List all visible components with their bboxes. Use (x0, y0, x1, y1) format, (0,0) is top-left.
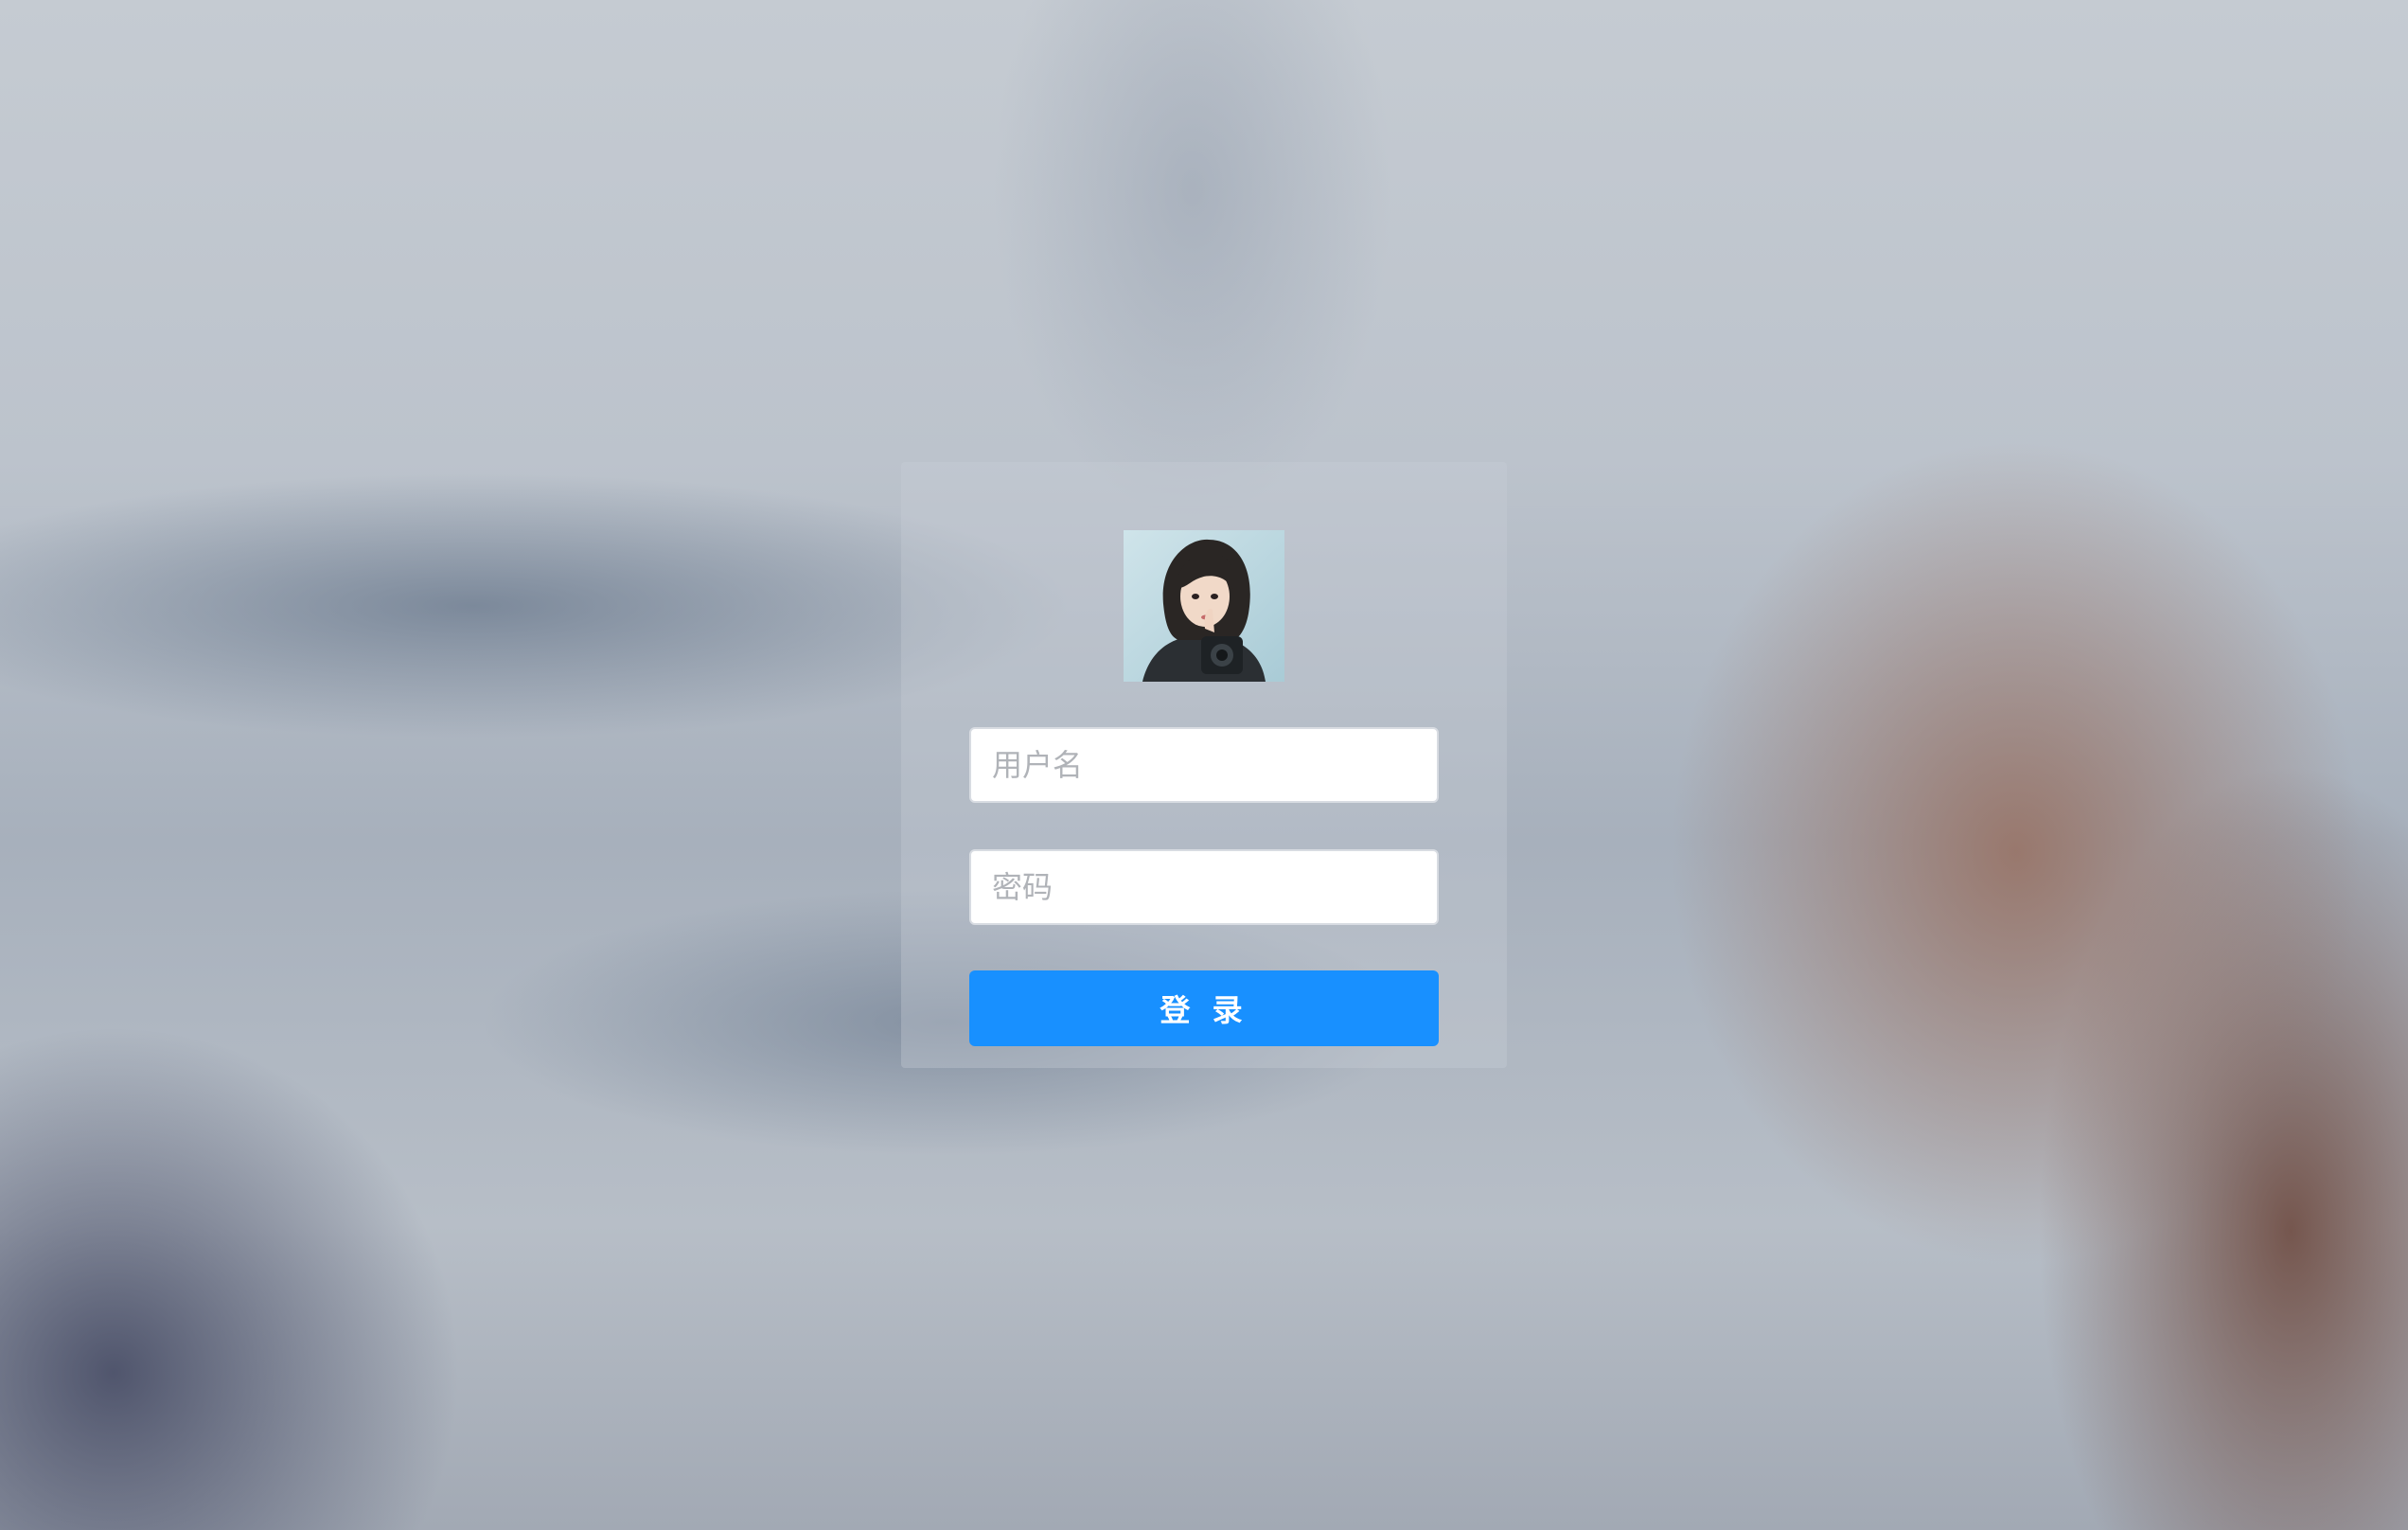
username-input[interactable] (969, 727, 1439, 803)
login-button[interactable]: 登 录 (969, 970, 1439, 1046)
password-input[interactable] (969, 849, 1439, 925)
login-card: 登 录 (901, 462, 1507, 1068)
avatar-photo-icon (1124, 530, 1284, 682)
avatar (1124, 530, 1284, 682)
